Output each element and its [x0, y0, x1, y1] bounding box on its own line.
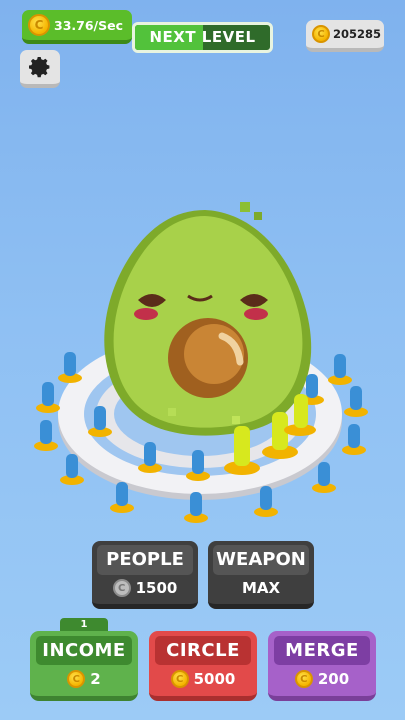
circle-label: CIRCLE — [155, 636, 251, 665]
soldier — [34, 420, 58, 451]
income-upgrade-button[interactable]: INCOME C 2 — [30, 631, 138, 701]
people-upgrade-button[interactable]: PEOPLE C 1500 — [92, 541, 198, 609]
circle-upgrade-button[interactable]: CIRCLE C 5000 — [149, 631, 257, 701]
gear-icon — [29, 57, 50, 78]
settings-button[interactable] — [20, 50, 60, 88]
soldier — [344, 386, 368, 417]
income-rate-badge: C 33.76/Sec — [22, 10, 132, 44]
soldier — [342, 424, 366, 455]
people-cost: 1500 — [135, 579, 178, 597]
weapon-cost: MAX — [241, 579, 281, 597]
coin-icon: C — [170, 670, 189, 688]
weapon-upgrade-button[interactable]: WEAPON MAX — [208, 541, 314, 609]
soldier — [312, 462, 336, 493]
income-level-badge: 1 — [60, 618, 108, 632]
merge-upgrade-button[interactable]: MERGE C 200 — [268, 631, 376, 701]
coin-icon: C — [294, 670, 313, 688]
weapon-label: WEAPON — [213, 545, 309, 575]
income-label: INCOME — [36, 636, 132, 665]
coin-icon: C — [28, 14, 50, 36]
coin-icon: C — [67, 670, 86, 688]
soldier — [328, 354, 352, 385]
coin-balance-value: 205285 — [333, 27, 382, 41]
soldier — [58, 352, 82, 383]
avocado-target — [104, 202, 312, 436]
next-level-button[interactable]: NEXT LEVEL — [132, 22, 273, 53]
coin-icon: C — [112, 579, 131, 597]
game-scene — [34, 202, 368, 523]
income-rate-value: 33.76/Sec — [54, 17, 123, 33]
coin-balance: C 205285 — [306, 20, 384, 52]
circle-cost: 5000 — [193, 670, 236, 688]
people-label: PEOPLE — [97, 545, 193, 575]
merge-label: MERGE — [274, 636, 370, 665]
next-level-label: NEXT LEVEL — [149, 28, 256, 46]
soldier — [36, 382, 60, 413]
merge-cost: 200 — [317, 670, 350, 688]
coin-icon: C — [312, 25, 330, 43]
income-cost: 2 — [90, 670, 101, 688]
